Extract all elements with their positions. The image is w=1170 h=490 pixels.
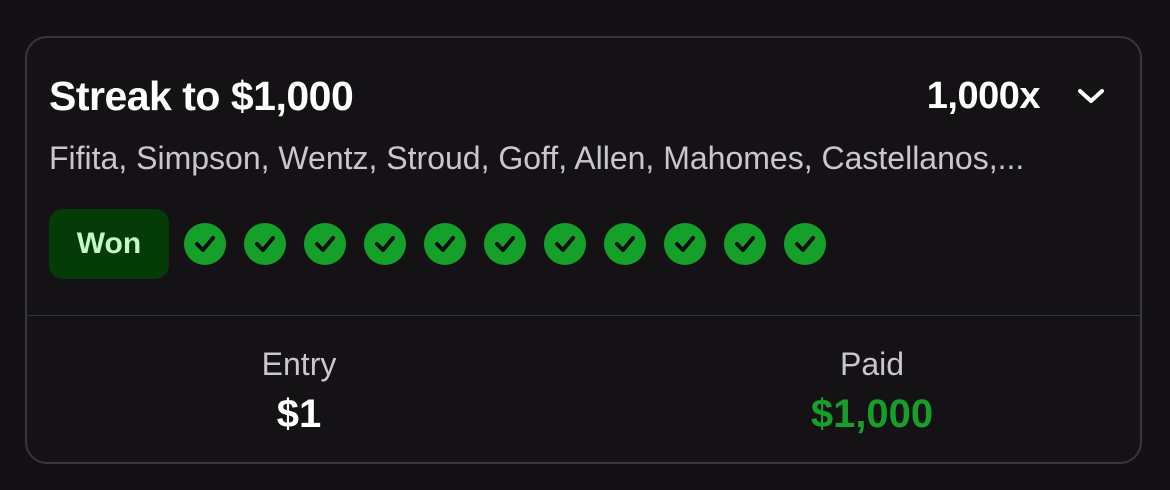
- paid-value: $1,000: [810, 392, 934, 436]
- check-circle-icon: [304, 223, 346, 265]
- chevron-down-icon[interactable]: [1074, 79, 1108, 113]
- entry-summary: Entry $1: [149, 344, 449, 440]
- entry-value: $1: [276, 392, 322, 436]
- divider: [27, 315, 1140, 316]
- check-circle-icon: [724, 223, 766, 265]
- check-circle-icon: [484, 223, 526, 265]
- check-circle-icon: [664, 223, 706, 265]
- check-circle-icon: [364, 223, 406, 265]
- check-circle-icon: [184, 223, 226, 265]
- status-row: Won: [49, 208, 844, 280]
- contest-title: Streak to $1,000: [49, 72, 354, 119]
- card-header: Streak to $1,000 1,000x: [49, 68, 1118, 124]
- check-circle-icon: [784, 223, 826, 265]
- check-circle-icon: [424, 223, 466, 265]
- payout-multiplier: 1,000x: [926, 74, 1041, 117]
- contest-card[interactable]: Streak to $1,000 1,000x Fifita, Simpson,…: [25, 36, 1142, 464]
- status-badge: Won: [49, 209, 169, 279]
- entry-label: Entry: [261, 346, 337, 382]
- check-circle-icon: [244, 223, 286, 265]
- pick-results: [184, 223, 844, 265]
- check-circle-icon: [544, 223, 586, 265]
- player-list: Fifita, Simpson, Wentz, Stroud, Goff, Al…: [49, 140, 1025, 176]
- paid-summary: Paid $1,000: [722, 344, 1022, 440]
- check-circle-icon: [604, 223, 646, 265]
- paid-label: Paid: [839, 346, 905, 382]
